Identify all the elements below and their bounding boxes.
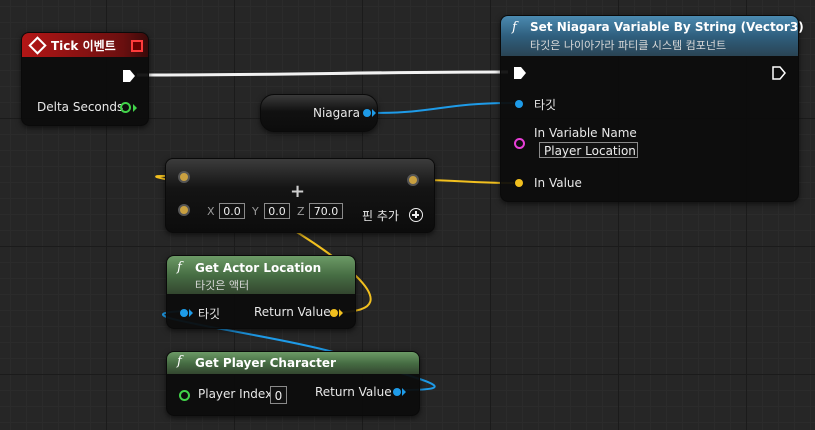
- delta-seconds-arrow: [133, 104, 137, 112]
- x-value-input[interactable]: 0.0: [219, 203, 245, 219]
- z-value-input[interactable]: 70.0: [309, 203, 343, 219]
- actor-return-label: Return Value: [254, 305, 331, 319]
- set-variable-title: Set Niagara Variable By String (Vector3): [530, 20, 804, 34]
- get-player-character-title: Get Player Character: [195, 356, 336, 370]
- variable-name-label: In Variable Name: [534, 126, 637, 140]
- add-operator-icon: +: [290, 181, 306, 202]
- in-value-label: In Value: [534, 176, 582, 190]
- add-pin-plus-icon[interactable]: [409, 208, 423, 222]
- y-value-input[interactable]: 0.0: [264, 203, 290, 219]
- set-niagara-variable-node[interactable]: f Set Niagara Variable By String (Vector…: [500, 15, 804, 202]
- add-input-b-pin[interactable]: [178, 204, 190, 216]
- get-actor-location-title: Get Actor Location: [195, 261, 322, 275]
- function-icon: f: [177, 260, 182, 275]
- tick-event-node[interactable]: Tick 이벤트 Delta Seconds: [21, 32, 149, 126]
- niagara-output-arrow: [372, 109, 376, 117]
- actor-target-arrow: [189, 309, 193, 317]
- player-index-label: Player Index: [198, 387, 273, 401]
- exec-out-pin-set[interactable]: [772, 66, 786, 80]
- target-pin[interactable]: [515, 100, 523, 108]
- x-axis-label: X: [207, 205, 215, 218]
- niagara-variable-node[interactable]: Niagara: [260, 94, 378, 132]
- get-actor-location-subtitle: 타깃은 액터: [195, 279, 250, 292]
- niagara-target-wire: [371, 102, 515, 114]
- target-label: 타깃: [534, 98, 557, 112]
- delta-seconds-label: Delta Seconds: [37, 100, 124, 114]
- player-index-input[interactable]: 0: [270, 386, 287, 404]
- niagara-label: Niagara: [313, 106, 360, 120]
- in-value-pin[interactable]: [515, 179, 523, 187]
- exec-out-pin[interactable]: [122, 69, 136, 83]
- actor-target-label: 타깃: [198, 307, 221, 321]
- add-pin-label[interactable]: 핀 추가: [362, 207, 399, 224]
- actor-return-pin[interactable]: [330, 309, 338, 317]
- add-input-a-pin[interactable]: [178, 171, 190, 183]
- player-return-arrow: [402, 388, 406, 396]
- delegate-pin-icon[interactable]: [131, 40, 143, 52]
- actor-return-arrow: [339, 309, 343, 317]
- add-output-pin[interactable]: [407, 174, 419, 186]
- niagara-output-pin[interactable]: [363, 109, 371, 117]
- function-icon: f: [177, 354, 182, 369]
- delta-seconds-pin[interactable]: [120, 102, 131, 113]
- vector-add-node[interactable]: + X 0.0 Y 0.0 Z 70.0 핀 추가: [165, 158, 435, 233]
- function-icon: f: [512, 20, 517, 35]
- z-axis-label: Z: [297, 205, 305, 218]
- actor-target-pin[interactable]: [180, 309, 188, 317]
- y-axis-label: Y: [252, 205, 259, 218]
- exec-wire: [136, 70, 509, 77]
- player-return-pin[interactable]: [393, 388, 401, 396]
- player-index-pin[interactable]: [179, 390, 190, 401]
- tick-event-title: Tick 이벤트: [51, 39, 116, 53]
- get-actor-location-node[interactable]: f Get Actor Location 타깃은 액터 타깃 Return Va…: [166, 255, 356, 329]
- set-variable-subtitle: 타깃은 나이아가라 파티클 시스템 컴포넌트: [530, 39, 727, 52]
- exec-in-pin[interactable]: [513, 66, 527, 80]
- player-return-label: Return Value: [315, 385, 392, 399]
- get-player-character-node[interactable]: f Get Player Character Player Index 0 Re…: [166, 351, 420, 416]
- variable-name-input[interactable]: Player Location: [539, 142, 638, 158]
- variable-name-pin[interactable]: [514, 138, 525, 149]
